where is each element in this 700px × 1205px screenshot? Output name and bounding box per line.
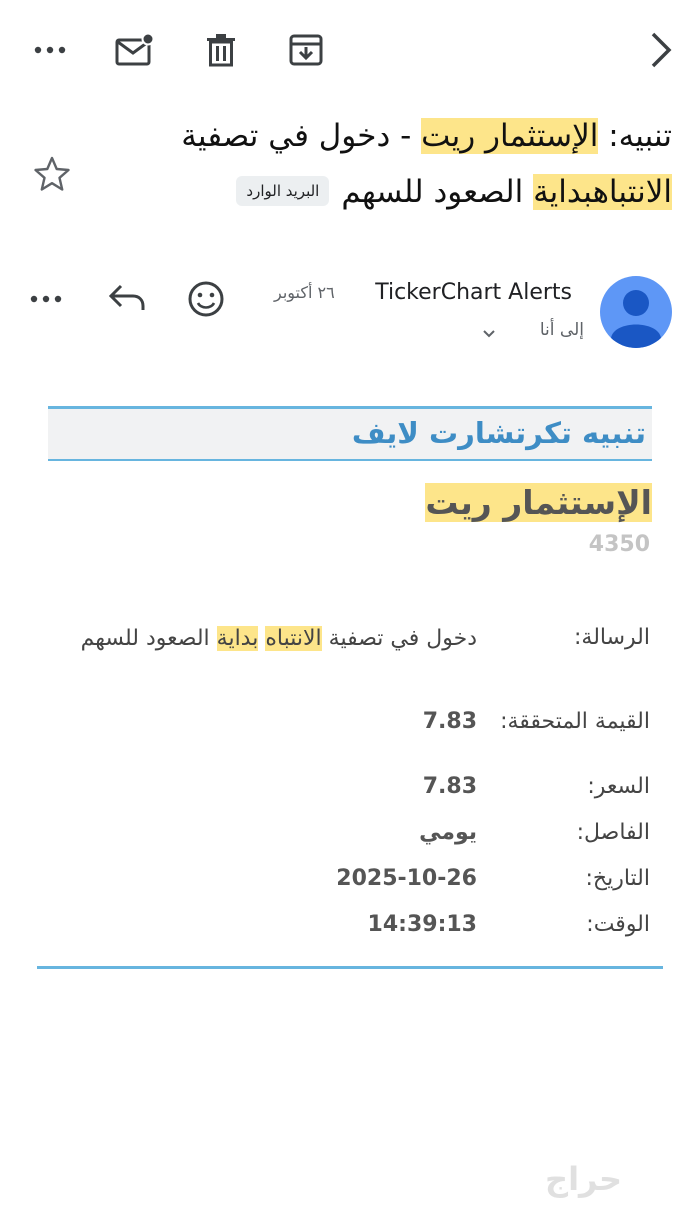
email-subject-block: تنبيه: الإستثمار ريت - دخول في تصفية الا… xyxy=(112,108,672,220)
alert-row-target: القيمة المتحققة: 7.83 xyxy=(40,680,652,764)
emoji-reaction-icon[interactable] xyxy=(186,279,228,321)
subject-highlight-1: الانتباه xyxy=(592,174,672,210)
sender-avatar[interactable] xyxy=(600,276,672,348)
subject-prefix: تنبيه: xyxy=(598,118,672,154)
message-highlight-2: بداية xyxy=(216,625,259,651)
row-label-message: الرسالة: xyxy=(573,625,650,650)
mark-unread-icon[interactable] xyxy=(114,30,156,70)
row-label-price: السعر: xyxy=(587,774,650,799)
alert-card-footer-rule xyxy=(37,966,663,969)
row-value-date: 2025-10-26 xyxy=(336,866,477,891)
row-label-interval: الفاصل: xyxy=(576,820,650,845)
back-chevron-icon[interactable] xyxy=(640,28,682,72)
alert-row-date: التاريخ: 2025-10-26 xyxy=(40,856,652,902)
subject-highlight-2: بداية xyxy=(533,174,593,210)
trash-icon[interactable] xyxy=(200,30,242,70)
row-value-time: 14:39:13 xyxy=(367,912,477,937)
message-highlight-1: الانتباه xyxy=(265,625,322,651)
subject-stock-highlight: الإستثمار ريت xyxy=(421,118,599,154)
sender-name[interactable]: TickerChart Alerts xyxy=(375,280,572,305)
more-options-icon[interactable] xyxy=(30,34,70,66)
row-value-target: 7.83 xyxy=(422,709,477,734)
chevron-down-icon[interactable] xyxy=(480,326,498,340)
watermark-logo: حراج xyxy=(545,1160,622,1198)
row-value-price: 7.83 xyxy=(422,774,477,799)
subject-rest: الصعود للسهم xyxy=(341,174,534,210)
alert-details-table: الرسالة: دخول في تصفية الانتباه بداية ال… xyxy=(40,596,652,948)
message-part-b: الصعود للسهم xyxy=(80,625,217,651)
row-value-interval: يومي xyxy=(419,820,477,845)
star-icon[interactable] xyxy=(32,154,74,196)
top-toolbar xyxy=(0,0,700,100)
alert-row-time: الوقت: 14:39:13 xyxy=(40,902,652,948)
message-more-icon[interactable] xyxy=(30,284,70,314)
archive-icon[interactable] xyxy=(285,30,327,70)
reply-icon[interactable] xyxy=(107,280,149,318)
stock-code: 4350 xyxy=(588,532,650,557)
stock-name-highlight: الإستثمار ريت xyxy=(425,483,652,522)
row-value-message: دخول في تصفية الانتباه بداية الصعود للسه… xyxy=(40,620,477,657)
email-subject: تنبيه: الإستثمار ريت - دخول في تصفية الا… xyxy=(112,108,672,220)
alert-card-title: تنبيه تكرتشارت لايف xyxy=(351,416,646,450)
alert-row-message: الرسالة: دخول في تصفية الانتباه بداية ال… xyxy=(40,596,652,680)
alert-row-price: السعر: 7.83 xyxy=(40,764,652,810)
stock-name: الإستثمار ريت xyxy=(425,480,652,526)
subject-dash: - دخول في تصفية xyxy=(181,118,422,154)
alert-row-interval: الفاصل: يومي xyxy=(40,810,652,856)
inbox-label-chip[interactable]: البريد الوارد xyxy=(236,176,330,206)
row-label-time: الوقت: xyxy=(586,912,650,937)
message-part-a: دخول في تصفية xyxy=(321,625,477,651)
row-label-date: التاريخ: xyxy=(585,866,650,891)
alert-card-header: تنبيه تكرتشارت لايف xyxy=(48,406,652,461)
email-date: ٢٦ أكتوبر xyxy=(274,283,335,302)
row-label-target: القيمة المتحققة: xyxy=(500,709,650,734)
recipient-label[interactable]: إلى أنا xyxy=(540,320,584,340)
